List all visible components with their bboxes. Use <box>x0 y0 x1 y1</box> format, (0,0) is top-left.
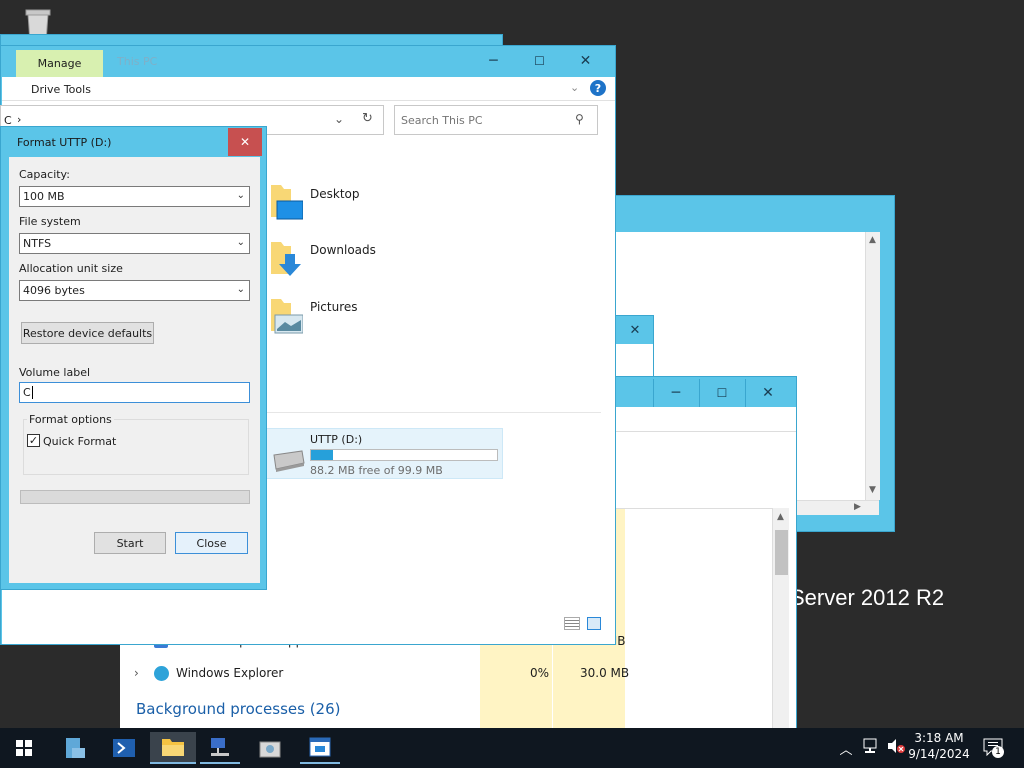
capacity-label: Capacity: <box>19 168 70 181</box>
scroll-down-icon[interactable]: ▼ <box>869 485 876 495</box>
background-processes-header[interactable]: Background processes (26) <box>136 700 341 718</box>
search-box[interactable]: ⚲ <box>394 105 598 135</box>
address-dropdown-icon[interactable]: ⌄ <box>334 112 344 126</box>
tab-manage[interactable]: Manage <box>16 50 103 77</box>
allocation-value: 4096 bytes <box>23 284 85 297</box>
start-button[interactable]: Start <box>94 532 166 554</box>
drive-usage-bar <box>310 449 498 461</box>
help-icon[interactable]: ? <box>590 80 606 96</box>
start-button[interactable] <box>4 732 44 764</box>
minimize-button[interactable]: ─ <box>471 47 516 75</box>
drive-icon <box>273 450 305 472</box>
large-icons-view-icon[interactable] <box>587 617 601 630</box>
close-button[interactable]: ✕ <box>563 47 608 75</box>
expand-chevron-icon[interactable]: › <box>134 666 139 680</box>
folder-item-downloads[interactable]: Downloads <box>269 238 389 280</box>
windows-logo-icon <box>16 740 32 756</box>
task-manager-icon[interactable] <box>300 732 340 764</box>
network-icon[interactable] <box>861 738 881 757</box>
drive-free-text: 88.2 MB free of 99.9 MB <box>310 464 443 477</box>
folder-item-pictures[interactable]: Pictures <box>269 295 389 337</box>
format-dialog[interactable]: Format UTTP (D:) ✕ Capacity: 100 MB ⌄ Fi… <box>0 126 267 590</box>
process-memory: 30.0 MB <box>580 666 630 680</box>
chevron-down-icon: ⌄ <box>236 190 245 201</box>
drive-item-uttp[interactable]: UTTP (D:) 88.2 MB free of 99.9 MB <box>265 428 503 479</box>
desktop-branding: Server 2012 R2 <box>790 585 945 610</box>
server-manager-icon[interactable] <box>55 732 95 764</box>
drive-name: UTTP (D:) <box>310 433 363 446</box>
file-explorer-icon[interactable] <box>150 732 196 764</box>
maximize-button[interactable]: ☐ <box>517 47 562 75</box>
volume-muted-icon[interactable] <box>885 738 907 757</box>
quick-format-checkbox[interactable]: ✓ <box>27 434 40 447</box>
restore-defaults-button[interactable]: Restore device defaults <box>21 322 154 344</box>
volume-label-input[interactable]: C <box>19 382 250 403</box>
process-name: Windows Explorer <box>176 666 284 680</box>
minimize-button[interactable]: ─ <box>653 379 698 407</box>
desktop-folder-icon <box>271 185 303 220</box>
folder-label: Desktop <box>310 187 360 201</box>
chevron-down-icon: ⌄ <box>236 284 245 295</box>
format-progress-bar <box>20 490 250 504</box>
close-button[interactable]: Close <box>175 532 248 554</box>
folder-label: Pictures <box>310 300 358 314</box>
breadcrumb-chevron-icon: › <box>17 113 22 126</box>
quick-format-label[interactable]: Quick Format <box>43 435 116 448</box>
control-panel-icon[interactable] <box>250 732 290 764</box>
taskbar: ︿ 3:18 AM 9/14/2024 1 <box>0 728 1024 768</box>
drive-usage-fill <box>311 450 334 460</box>
scrollbar[interactable]: ▲ ▼ <box>865 232 880 500</box>
allocation-select[interactable]: 4096 bytes ⌄ <box>19 280 250 301</box>
scroll-thumb[interactable] <box>775 530 788 575</box>
capacity-select[interactable]: 100 MB ⌄ <box>19 186 250 207</box>
capacity-value: 100 MB <box>23 190 65 203</box>
tab-drive-tools[interactable]: Drive Tools <box>31 83 91 96</box>
search-input[interactable] <box>401 112 566 128</box>
table-row[interactable]: › Windows Explorer 0% 30.0 MB <box>120 659 795 687</box>
process-cpu: 0% <box>530 666 550 680</box>
clock-time: 3:18 AM <box>914 731 964 745</box>
filesystem-value: NTFS <box>23 237 52 250</box>
chevron-down-icon: ⌄ <box>236 237 245 248</box>
scroll-up-icon[interactable]: ▲ <box>777 512 784 522</box>
maximize-button[interactable]: ☐ <box>699 379 744 407</box>
task-manager-scrollbar[interactable]: ▲ <box>772 508 789 728</box>
tab-label: Manage <box>37 57 82 70</box>
folder-label: Downloads <box>310 243 376 257</box>
window-title: This PC <box>117 55 158 68</box>
show-hidden-icons-icon[interactable]: ︿ <box>838 739 854 758</box>
close-button[interactable]: ✕ <box>745 379 790 407</box>
volume-label-value: C <box>23 386 31 399</box>
folder-item-desktop[interactable]: Desktop <box>269 181 389 223</box>
ribbon-expand-icon[interactable]: ⌄ <box>570 81 579 94</box>
filesystem-select[interactable]: NTFS ⌄ <box>19 233 250 254</box>
volume-label-caption: Volume label <box>19 366 91 379</box>
filesystem-label: File system <box>19 215 81 228</box>
action-center-icon[interactable]: 1 <box>982 738 1004 759</box>
dialog-close-button[interactable]: ✕ <box>228 128 262 156</box>
notification-badge: 1 <box>992 746 1004 758</box>
powershell-icon[interactable] <box>104 732 144 764</box>
format-options-label: Format options <box>27 413 114 426</box>
network-app-icon[interactable] <box>200 732 240 764</box>
downloads-folder-icon <box>271 242 301 276</box>
text-cursor <box>31 386 33 399</box>
dialog-title: Format UTTP (D:) <box>17 136 112 149</box>
close-icon[interactable]: ✕ <box>621 320 649 340</box>
background-dialog-fragment[interactable]: ✕ <box>614 315 654 380</box>
refresh-icon[interactable]: ↻ <box>362 111 373 126</box>
details-view-icon[interactable] <box>564 617 580 630</box>
pictures-folder-icon <box>271 299 303 334</box>
scroll-right-icon[interactable]: ▶ <box>854 502 861 512</box>
clock[interactable]: 3:18 AM 9/14/2024 <box>906 731 972 761</box>
allocation-label: Allocation unit size <box>19 262 123 275</box>
clock-date: 9/14/2024 <box>908 747 970 761</box>
scroll-up-icon[interactable]: ▲ <box>869 235 876 245</box>
windows-explorer-icon <box>154 665 169 681</box>
search-icon[interactable]: ⚲ <box>575 112 584 126</box>
